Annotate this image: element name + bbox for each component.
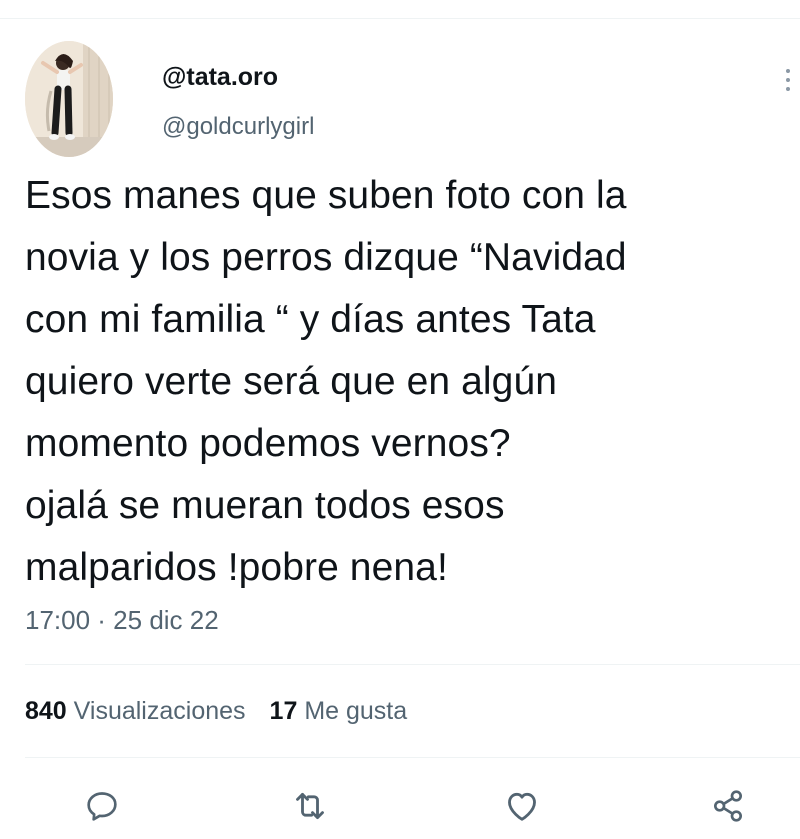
views-stat[interactable]: 840 Visualizaciones xyxy=(25,697,246,725)
more-dot-icon xyxy=(786,87,790,91)
stats-bottom-divider xyxy=(25,757,800,758)
reply-icon xyxy=(87,792,117,821)
more-dot-icon xyxy=(786,69,790,73)
views-count: 840 xyxy=(25,697,67,725)
views-label: Visualizaciones xyxy=(73,697,246,725)
tweet-text: Esos manes que suben foto con la novia y… xyxy=(25,174,627,589)
likes-label: Me gusta xyxy=(304,697,408,725)
reply-button[interactable] xyxy=(80,784,124,828)
retweet-button[interactable] xyxy=(288,784,332,828)
more-options-button[interactable] xyxy=(782,66,794,106)
share-button[interactable] xyxy=(706,784,750,828)
tweet-stats: 840 Visualizaciones 17 Me gusta xyxy=(25,694,407,728)
user-handle[interactable]: @goldcurlygirl xyxy=(162,112,314,142)
display-name[interactable]: @tata.oro xyxy=(162,61,314,93)
heart-icon xyxy=(508,792,536,821)
share-icon xyxy=(714,790,742,822)
top-divider xyxy=(0,18,800,19)
author-block: @tata.oro @goldcurlygirl xyxy=(162,61,314,142)
likes-count: 17 xyxy=(269,697,298,725)
avatar[interactable] xyxy=(25,41,113,157)
stats-top-divider xyxy=(25,664,800,665)
action-bar xyxy=(0,784,800,834)
like-button[interactable] xyxy=(500,784,544,828)
tweet-timestamp[interactable]: 17:00 · 25 dic 22 xyxy=(25,603,219,637)
retweet-icon xyxy=(296,792,324,820)
more-dot-icon xyxy=(786,78,790,82)
likes-stat[interactable]: 17 Me gusta xyxy=(270,697,408,725)
profile-photo-avatar xyxy=(25,41,113,157)
tweet-detail: @tata.oro @goldcurlygirl Esos manes que … xyxy=(0,0,800,839)
